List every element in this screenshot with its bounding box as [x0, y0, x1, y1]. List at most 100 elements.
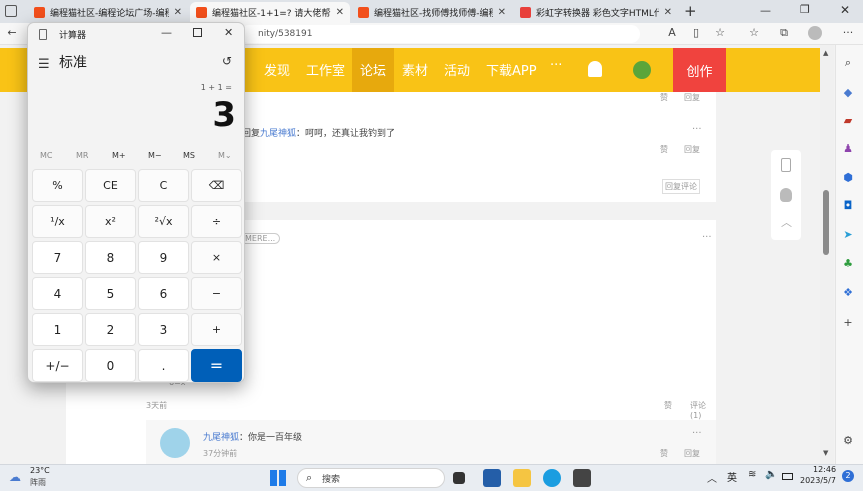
- nav-download-app[interactable]: 下载APP: [486, 60, 537, 79]
- tag-icon[interactable]: ◆: [840, 86, 856, 99]
- notification-badge[interactable]: 2: [842, 470, 854, 482]
- nav-more[interactable]: ···: [550, 58, 562, 73]
- percent-button[interactable]: %: [32, 169, 83, 202]
- tray-chevron-icon[interactable]: ︿: [707, 470, 717, 485]
- subreply-user-link[interactable]: 九尾神狐: [203, 433, 239, 443]
- reader-icon[interactable]: ▯: [688, 26, 704, 39]
- search-icon[interactable]: ⌕: [840, 56, 856, 70]
- microsoft365-icon[interactable]: ⬢: [840, 171, 856, 184]
- close-tab-icon[interactable]: ✕: [336, 7, 344, 18]
- back-icon[interactable]: ←: [4, 26, 20, 39]
- ce-button[interactable]: CE: [85, 169, 136, 202]
- divide-button[interactable]: ÷: [191, 205, 242, 238]
- file-explorer-icon[interactable]: [513, 469, 531, 487]
- battery-icon[interactable]: [782, 473, 793, 480]
- reciprocal-button[interactable]: ¹/x: [32, 205, 83, 238]
- favorite-icon[interactable]: ☆: [712, 26, 728, 39]
- digit-4-button[interactable]: 4: [32, 277, 83, 310]
- maximize-icon[interactable]: [193, 28, 202, 37]
- reply-button[interactable]: 回复: [684, 92, 700, 103]
- square-root-button[interactable]: ²√x: [138, 205, 189, 238]
- digit-6-button[interactable]: 6: [138, 277, 189, 310]
- scroll-down-icon[interactable]: ▼: [823, 449, 828, 457]
- task-view-icon[interactable]: [453, 472, 465, 484]
- settings-icon[interactable]: ⚙: [840, 434, 856, 447]
- close-window-icon[interactable]: ✕: [840, 3, 850, 17]
- tab-1[interactable]: 编程猫社区-编程论坛广场-编程学 ✕: [28, 2, 188, 23]
- store-icon[interactable]: [483, 469, 501, 487]
- more-icon[interactable]: ···: [692, 428, 702, 439]
- weather-icon[interactable]: ☁: [9, 470, 21, 484]
- square-button[interactable]: x²: [85, 205, 136, 238]
- clock-date[interactable]: 2023/5/7: [800, 476, 836, 485]
- subreply-avatar[interactable]: [160, 428, 190, 458]
- decimal-button[interactable]: .: [138, 349, 189, 382]
- tab-4[interactable]: 彩虹字转换器 彩色文字HTML代码 ✕: [514, 2, 678, 23]
- digit-8-button[interactable]: 8: [85, 241, 136, 274]
- tree-icon[interactable]: ♣: [840, 257, 856, 270]
- more-icon[interactable]: ···: [702, 232, 712, 243]
- more-icon[interactable]: ···: [692, 124, 702, 135]
- more-menu-icon[interactable]: ···: [840, 26, 856, 39]
- tab-3[interactable]: 编程猫社区-找师傅找师傅-编程学 ✕: [352, 2, 512, 23]
- close-tab-icon[interactable]: ✕: [174, 7, 182, 18]
- send-icon[interactable]: ➤: [840, 228, 856, 241]
- tab-actions-icon[interactable]: [5, 5, 17, 17]
- negate-button[interactable]: +/−: [32, 349, 83, 382]
- digit-9-button[interactable]: 9: [138, 241, 189, 274]
- scrollbar-thumb[interactable]: [823, 190, 829, 255]
- digit-0-button[interactable]: 0: [85, 349, 136, 382]
- m-minus-button[interactable]: M−: [148, 151, 162, 160]
- ime-indicator[interactable]: 英: [727, 469, 737, 484]
- reply-button[interactable]: 回复: [684, 144, 700, 155]
- digit-2-button[interactable]: 2: [85, 313, 136, 346]
- create-button[interactable]: 创作: [673, 48, 726, 92]
- minimize-window-icon[interactable]: —: [760, 4, 771, 17]
- menu-icon[interactable]: ☰: [38, 57, 50, 72]
- tablet-icon[interactable]: [781, 158, 791, 172]
- tab-2[interactable]: 编程猫社区-1+1=? 请大佬帮帮我 ✕: [190, 2, 350, 23]
- like-button[interactable]: 赞: [660, 448, 668, 459]
- subtract-button[interactable]: −: [191, 277, 242, 310]
- close-icon[interactable]: ✕: [224, 26, 233, 39]
- drop-icon[interactable]: ❖: [840, 286, 856, 299]
- digit-3-button[interactable]: 3: [138, 313, 189, 346]
- nav-materials[interactable]: 素材: [402, 60, 428, 79]
- url-input[interactable]: nity/538191: [240, 25, 640, 43]
- calculator-taskbar-icon[interactable]: [573, 469, 591, 487]
- reply-button[interactable]: 回复: [684, 448, 700, 459]
- nav-studio[interactable]: 工作室: [306, 60, 345, 79]
- multiply-button[interactable]: ×: [191, 241, 242, 274]
- minimize-icon[interactable]: —: [161, 26, 172, 39]
- new-tab-button[interactable]: +: [684, 2, 697, 20]
- more-tag[interactable]: MERE...: [240, 233, 281, 244]
- equals-button[interactable]: =: [191, 349, 242, 382]
- like-button[interactable]: 赞: [660, 144, 668, 155]
- wifi-icon[interactable]: ≋: [748, 469, 756, 480]
- nav-discover[interactable]: 发现: [264, 60, 290, 79]
- ms-button[interactable]: MS: [183, 151, 195, 160]
- read-aloud-icon[interactable]: A: [664, 26, 680, 39]
- digit-1-button[interactable]: 1: [32, 313, 83, 346]
- outlook-icon[interactable]: ◘: [840, 199, 856, 212]
- mr-button[interactable]: MR: [76, 151, 88, 160]
- like-button[interactable]: 赞: [664, 400, 672, 411]
- digit-7-button[interactable]: 7: [32, 241, 83, 274]
- history-icon[interactable]: ↺: [222, 54, 232, 68]
- close-tab-icon[interactable]: ✕: [664, 7, 672, 18]
- reply-user-link[interactable]: 九尾神狐: [260, 129, 296, 139]
- collections-icon[interactable]: ⧉: [776, 26, 792, 40]
- clock-time[interactable]: 12:46: [813, 465, 836, 474]
- add-button[interactable]: +: [191, 313, 242, 346]
- restore-window-icon[interactable]: ❐: [800, 3, 810, 16]
- memory-list-button[interactable]: M⌄: [218, 151, 232, 160]
- m-plus-button[interactable]: M+: [112, 151, 126, 160]
- games-icon[interactable]: ♟: [840, 142, 856, 155]
- back-to-top-icon[interactable]: ︿: [781, 214, 792, 230]
- user-avatar[interactable]: [633, 61, 651, 79]
- reply-comment-button[interactable]: 回复评论: [662, 179, 700, 194]
- clear-button[interactable]: C: [138, 169, 189, 202]
- comments-button[interactable]: 评论(1): [690, 400, 716, 420]
- like-button[interactable]: 赞: [660, 92, 668, 103]
- profile-avatar[interactable]: [808, 26, 822, 40]
